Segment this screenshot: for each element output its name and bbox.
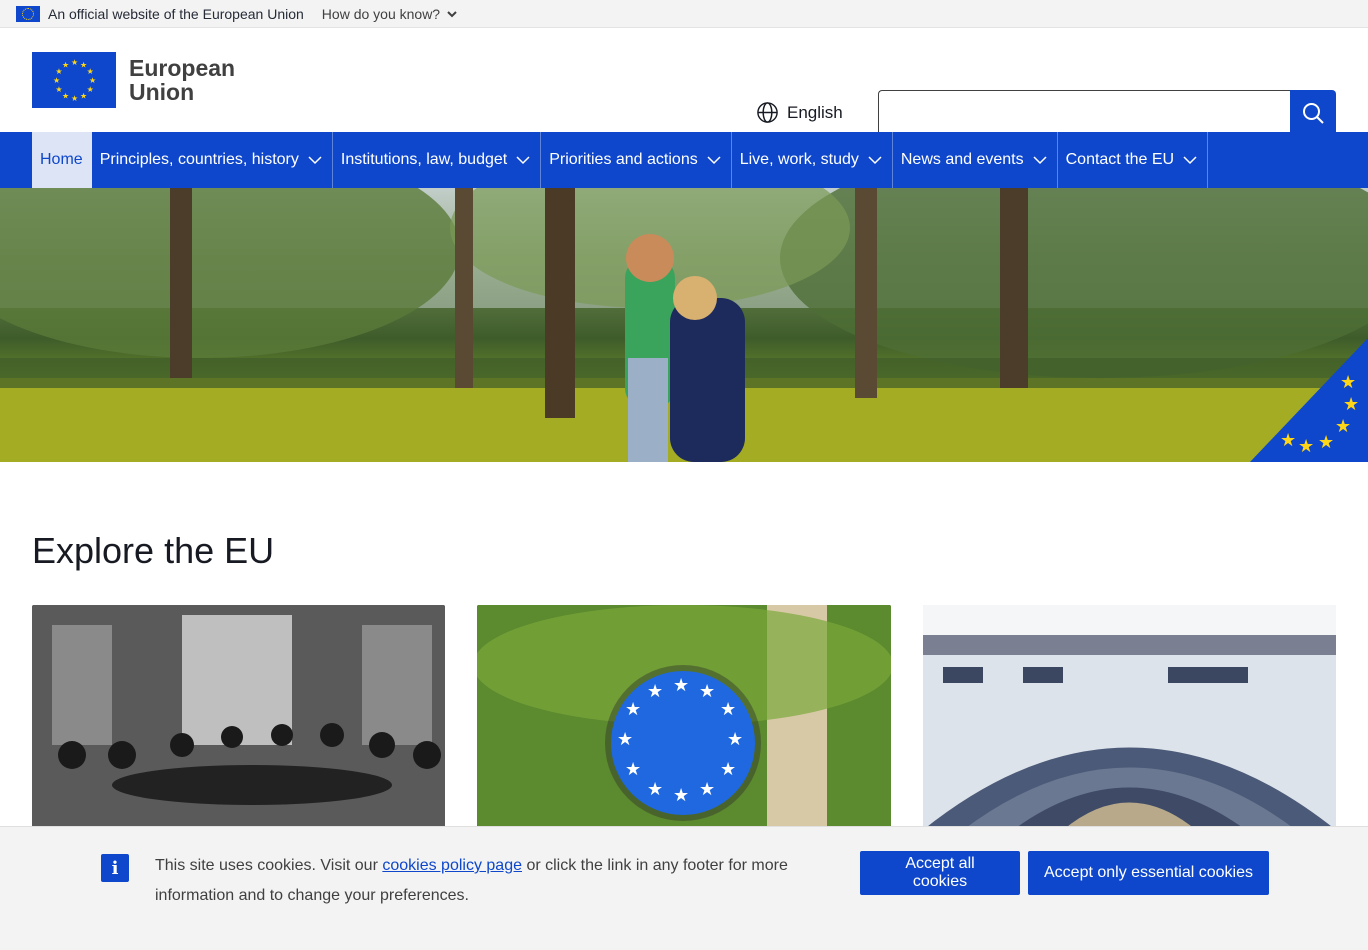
chevron-down-icon bbox=[447, 10, 457, 17]
hero-forest-illustration: ★ ★ ★ ★ ★ ★ bbox=[0, 188, 1368, 462]
hero-image: ★ ★ ★ ★ ★ ★ bbox=[0, 188, 1368, 462]
svg-text:★: ★ bbox=[1318, 432, 1334, 453]
eu-flag-icon bbox=[16, 5, 40, 22]
nav-item-contact[interactable]: Contact the EU bbox=[1058, 132, 1209, 188]
main-navigation: Home Principles, countries, history Inst… bbox=[0, 132, 1368, 188]
explore-card-history[interactable] bbox=[32, 605, 445, 830]
site-header: ★ ★ ★ ★ ★ ★ ★ ★ ★ ★ ★ ★ European Union English bbox=[0, 28, 1368, 136]
eu-flag-logo-icon: ★ ★ ★ ★ ★ ★ ★ ★ ★ ★ ★ ★ bbox=[32, 52, 116, 108]
search-icon bbox=[1303, 103, 1324, 124]
svg-text:★: ★ bbox=[727, 729, 743, 750]
logo-star: ★ bbox=[71, 58, 78, 67]
cookie-message: This site uses cookies. Visit our cookie… bbox=[155, 851, 815, 911]
nav-label: Home bbox=[40, 151, 83, 168]
logo-star: ★ bbox=[87, 85, 94, 94]
logo-star: ★ bbox=[62, 92, 69, 101]
official-site-text: An official website of the European Unio… bbox=[48, 5, 304, 22]
globe-icon bbox=[757, 102, 778, 123]
svg-text:★: ★ bbox=[1280, 430, 1296, 451]
chevron-down-icon bbox=[1033, 156, 1047, 165]
explore-section-title: Explore the EU bbox=[32, 530, 275, 571]
accept-all-cookies-button[interactable]: Accept all cookies bbox=[860, 851, 1020, 895]
cookies-policy-link[interactable]: cookies policy page bbox=[382, 857, 522, 874]
eu-logo-link[interactable]: ★ ★ ★ ★ ★ ★ ★ ★ ★ ★ ★ ★ European Union bbox=[32, 52, 235, 108]
logo-star: ★ bbox=[71, 94, 78, 103]
history-photo bbox=[32, 605, 445, 830]
accept-essential-cookies-button[interactable]: Accept only essential cookies bbox=[1028, 851, 1269, 895]
svg-text:★: ★ bbox=[673, 785, 689, 806]
svg-text:★: ★ bbox=[699, 779, 715, 800]
explore-card-symbols[interactable]: ★ ★ ★ ★ ★ ★ ★ ★ ★ ★ ★ ★ bbox=[477, 605, 891, 830]
logo-star: ★ bbox=[55, 85, 62, 94]
language-label: English bbox=[787, 102, 843, 122]
svg-text:★: ★ bbox=[1335, 416, 1351, 437]
nav-item-live-work-study[interactable]: Live, work, study bbox=[732, 132, 893, 188]
language-selector[interactable]: English bbox=[756, 101, 843, 124]
how-do-you-know-label: How do you know? bbox=[321, 5, 441, 22]
nav-item-institutions[interactable]: Institutions, law, budget bbox=[333, 132, 542, 188]
cookie-text-before: This site uses cookies. Visit our bbox=[155, 857, 383, 874]
svg-text:★: ★ bbox=[1298, 436, 1314, 457]
svg-text:★: ★ bbox=[1343, 394, 1359, 415]
logo-line-1: European bbox=[129, 55, 236, 81]
logo-star: ★ bbox=[80, 92, 87, 101]
svg-text:★: ★ bbox=[720, 699, 736, 720]
svg-text:★: ★ bbox=[625, 699, 641, 720]
chevron-down-icon bbox=[1183, 156, 1197, 165]
nav-label: News and events bbox=[900, 151, 1024, 168]
parliament-hemicycle-photo bbox=[923, 605, 1336, 830]
chevron-down-icon bbox=[516, 156, 530, 165]
eu-flag-crowd-photo: ★ ★ ★ ★ ★ ★ ★ ★ ★ ★ ★ ★ bbox=[477, 605, 891, 830]
chevron-down-icon bbox=[707, 156, 721, 165]
logo-star: ★ bbox=[89, 76, 96, 85]
svg-text:★: ★ bbox=[625, 759, 641, 780]
logo-star: ★ bbox=[62, 60, 69, 69]
nav-label: Priorities and actions bbox=[549, 151, 698, 168]
svg-text:★: ★ bbox=[617, 729, 633, 750]
svg-text:★: ★ bbox=[1340, 372, 1356, 393]
logo-star: ★ bbox=[87, 67, 94, 76]
svg-text:★: ★ bbox=[647, 681, 663, 702]
svg-text:★: ★ bbox=[647, 779, 663, 800]
nav-item-principles[interactable]: Principles, countries, history bbox=[92, 132, 333, 188]
nav-label: Principles, countries, history bbox=[99, 151, 299, 168]
nav-label: Contact the EU bbox=[1065, 151, 1175, 168]
nav-item-priorities[interactable]: Priorities and actions bbox=[541, 132, 732, 188]
official-eu-bar: An official website of the European Unio… bbox=[0, 0, 1368, 28]
info-icon: i bbox=[101, 854, 129, 882]
nav-label: Institutions, law, budget bbox=[340, 151, 508, 168]
nav-label: Live, work, study bbox=[739, 151, 859, 168]
how-do-you-know-toggle[interactable]: How do you know? bbox=[322, 6, 458, 22]
nav-item-home[interactable]: Home bbox=[32, 132, 92, 188]
logo-line-2: Union bbox=[129, 79, 195, 105]
chevron-down-icon bbox=[868, 156, 882, 165]
svg-text:★: ★ bbox=[673, 675, 689, 696]
logo-text: European Union bbox=[129, 56, 235, 104]
cookie-consent-banner: i This site uses cookies. Visit our cook… bbox=[0, 826, 1368, 950]
explore-card-institutions[interactable] bbox=[923, 605, 1336, 830]
logo-star: ★ bbox=[53, 76, 60, 85]
svg-text:★: ★ bbox=[720, 759, 736, 780]
search-form bbox=[878, 90, 1336, 136]
search-button[interactable] bbox=[1290, 90, 1336, 136]
nav-item-news-events[interactable]: News and events bbox=[893, 132, 1058, 188]
search-input[interactable] bbox=[878, 90, 1290, 136]
chevron-down-icon bbox=[308, 156, 322, 165]
svg-text:★: ★ bbox=[699, 681, 715, 702]
